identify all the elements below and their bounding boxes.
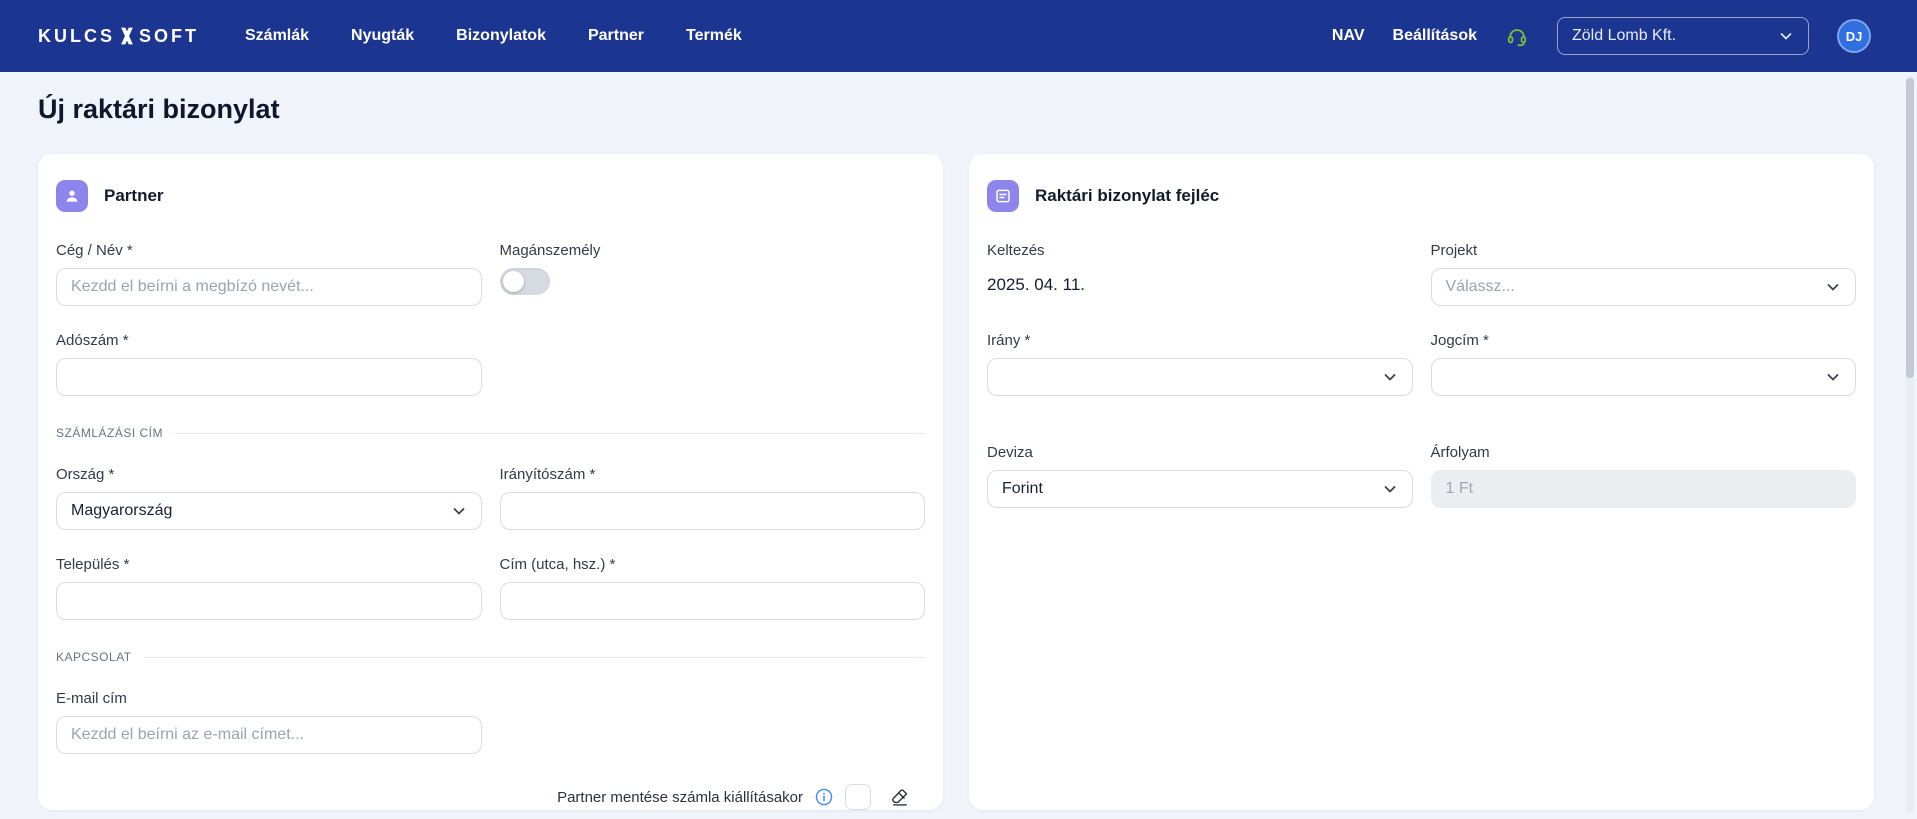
email-input[interactable] bbox=[56, 716, 482, 754]
project-label: Projekt bbox=[1430, 242, 1478, 259]
direction-select[interactable] bbox=[987, 358, 1413, 396]
field-project: Projekt Válassz... bbox=[1430, 242, 1856, 306]
warehouse-header-card-header: Raktári bizonylat fejléc bbox=[987, 180, 1856, 212]
nav-item-szamlak[interactable]: Számlák bbox=[245, 27, 309, 45]
chevron-down-icon bbox=[453, 508, 464, 515]
info-icon[interactable] bbox=[815, 788, 833, 806]
logo-text-right: SOFT bbox=[139, 25, 199, 46]
direction-label: Irány * bbox=[987, 332, 1031, 349]
legal-title-label: Jogcím * bbox=[1430, 332, 1489, 349]
field-email: E-mail cím bbox=[56, 690, 482, 754]
exchange-rate-input bbox=[1430, 470, 1856, 508]
field-zip: Irányítószám * bbox=[499, 466, 925, 530]
project-select-placeholder: Válassz... bbox=[1445, 278, 1515, 295]
page-title: Új raktári bizonylat bbox=[38, 94, 280, 124]
save-partner-label: Partner mentése számla kiállításakor bbox=[557, 788, 803, 806]
tax-number-input[interactable] bbox=[56, 358, 482, 396]
field-private-person: Magánszemély bbox=[499, 242, 926, 306]
cards-row: Partner Cég / Név * Magánszemély Ad bbox=[38, 154, 1879, 810]
partner-form: Cég / Név * Magánszemély Adószám * bbox=[56, 242, 925, 780]
save-partner-checkbox[interactable] bbox=[845, 784, 871, 810]
currency-label: Deviza bbox=[987, 444, 1033, 461]
country-select[interactable]: Magyarország bbox=[56, 492, 482, 530]
eraser-clear-button[interactable] bbox=[883, 780, 917, 814]
address-label: Cím (utca, hsz.) * bbox=[499, 556, 616, 573]
zip-label: Irányítószám * bbox=[499, 466, 596, 483]
eraser-icon bbox=[892, 789, 908, 806]
legal-title-select[interactable] bbox=[1430, 358, 1856, 396]
app-window: KULCS SOFT Számlák Nyugták Bizonylatok P… bbox=[0, 0, 1917, 819]
warehouse-header-form: Keltezés 2025. 04. 11. Projekt Válassz..… bbox=[987, 242, 1856, 534]
toggle-knob bbox=[502, 271, 524, 292]
nav-item-partner[interactable]: Partner bbox=[588, 27, 644, 45]
scrollbar-track[interactable] bbox=[1906, 76, 1914, 813]
navbar-right-cluster: NAV Beállítások Zöld Lomb Kft. DJ bbox=[1332, 17, 1871, 55]
tax-number-label: Adószám * bbox=[56, 332, 129, 349]
person-icon bbox=[56, 180, 88, 212]
contact-section-header: KAPCSOLAT bbox=[56, 650, 925, 664]
field-currency: Deviza Forint bbox=[987, 444, 1413, 508]
zip-input[interactable] bbox=[499, 492, 925, 530]
partner-card: Partner Cég / Név * Magánszemély Ad bbox=[38, 154, 943, 810]
nav-item-beallitasok[interactable]: Beállítások bbox=[1393, 27, 1477, 45]
project-select[interactable]: Válassz... bbox=[1430, 268, 1856, 306]
company-name-label: Cég / Név * bbox=[56, 242, 133, 259]
field-date: Keltezés 2025. 04. 11. bbox=[987, 242, 1413, 306]
partner-card-title: Partner bbox=[104, 186, 164, 205]
chevron-down-icon bbox=[1827, 374, 1839, 381]
company-selector-value: Zöld Lomb Kft. bbox=[1572, 27, 1677, 44]
warehouse-header-card-title: Raktári bizonylat fejléc bbox=[1035, 186, 1220, 205]
nav-item-bizonylatok[interactable]: Bizonylatok bbox=[456, 27, 546, 45]
billing-section-header: SZÁMLÁZÁSI CÍM bbox=[56, 426, 925, 440]
exchange-rate-label: Árfolyam bbox=[1430, 444, 1490, 461]
date-label: Keltezés bbox=[987, 242, 1045, 259]
kulcs-soft-logo[interactable]: KULCS SOFT bbox=[38, 26, 199, 47]
city-label: Település * bbox=[56, 556, 130, 573]
chevron-down-icon bbox=[1384, 374, 1395, 381]
private-person-label: Magánszemély bbox=[499, 242, 601, 259]
country-select-value: Magyarország bbox=[71, 502, 173, 519]
logo-text-left: KULCS bbox=[38, 25, 115, 46]
chevron-down-icon bbox=[1384, 486, 1395, 493]
field-tax-number: Adószám * bbox=[56, 332, 482, 396]
scrollbar-thumb[interactable] bbox=[1906, 78, 1914, 378]
headset-support-icon[interactable] bbox=[1505, 24, 1529, 48]
logo-x-icon bbox=[121, 27, 133, 45]
city-input[interactable] bbox=[56, 582, 482, 620]
chevron-down-icon bbox=[1827, 284, 1839, 291]
nav-item-termek[interactable]: Termék bbox=[686, 27, 742, 45]
currency-select[interactable]: Forint bbox=[987, 470, 1413, 508]
field-legal-title: Jogcím * bbox=[1430, 332, 1856, 396]
field-direction: Irány * bbox=[987, 332, 1413, 396]
field-city: Település * bbox=[56, 556, 482, 620]
field-address: Cím (utca, hsz.) * bbox=[499, 556, 925, 620]
nav-item-nyugtak[interactable]: Nyugták bbox=[351, 27, 414, 45]
private-person-toggle[interactable] bbox=[499, 268, 550, 295]
partner-card-header: Partner bbox=[56, 180, 925, 212]
address-input[interactable] bbox=[499, 582, 925, 620]
chevron-down-icon bbox=[1780, 33, 1792, 40]
field-country: Ország * Magyarország bbox=[56, 466, 482, 530]
company-selector[interactable]: Zöld Lomb Kft. bbox=[1557, 17, 1809, 55]
field-company-name: Cég / Név * bbox=[56, 242, 482, 306]
top-navbar: KULCS SOFT Számlák Nyugták Bizonylatok P… bbox=[0, 0, 1917, 72]
page-content: Új raktári bizonylat Partner Cég / Név * bbox=[0, 72, 1917, 819]
email-label: E-mail cím bbox=[56, 690, 127, 707]
warehouse-header-card: Raktári bizonylat fejléc Keltezés 2025. … bbox=[969, 154, 1874, 810]
field-exchange-rate: Árfolyam bbox=[1430, 444, 1856, 508]
country-label: Ország * bbox=[56, 466, 115, 483]
user-avatar[interactable]: DJ bbox=[1837, 19, 1871, 53]
date-value: 2025. 04. 11. bbox=[987, 275, 1085, 294]
document-icon bbox=[987, 180, 1019, 212]
nav-item-nav[interactable]: NAV bbox=[1332, 27, 1365, 45]
company-name-input[interactable] bbox=[56, 268, 482, 306]
main-nav-links: Számlák Nyugták Bizonylatok Partner Term… bbox=[245, 27, 742, 45]
partner-card-footer: Partner mentése számla kiállításakor bbox=[56, 780, 925, 814]
currency-select-value: Forint bbox=[1002, 480, 1043, 497]
